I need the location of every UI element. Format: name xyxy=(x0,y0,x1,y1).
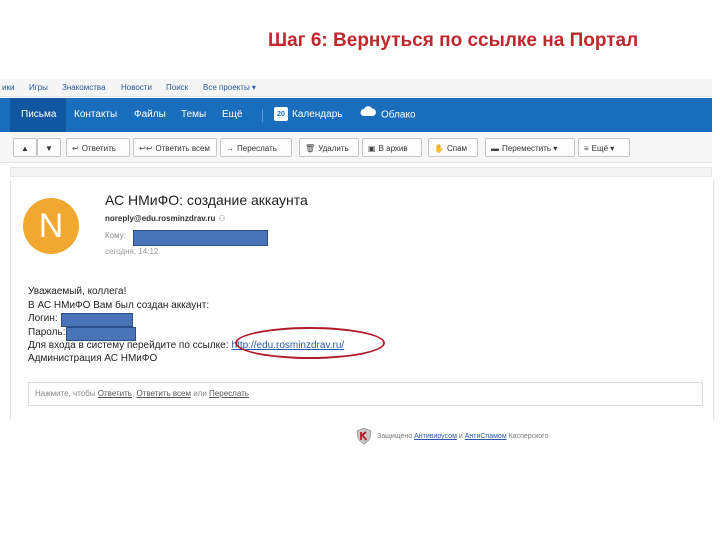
portal-nav-item[interactable]: ики xyxy=(2,83,14,92)
quick-reply-box[interactable]: Нажмите, чтобы Ответить, Ответить всем и… xyxy=(28,382,703,406)
forward-icon: → xyxy=(226,144,234,153)
menu-files[interactable]: Файлы xyxy=(134,98,166,132)
recipient-label: Кому: xyxy=(105,231,126,240)
reply-prompt: Нажмите, чтобы xyxy=(35,389,96,398)
reply-icon: ↩ xyxy=(72,144,79,153)
protection-and: и xyxy=(458,433,463,440)
portal-nav-all-projects[interactable]: Все проекты ▾ xyxy=(203,83,256,92)
reply-or: или xyxy=(193,389,207,398)
next-message-button[interactable]: ▼ xyxy=(37,138,61,157)
spam-button[interactable]: ✋ Спам xyxy=(428,138,478,157)
protection-vendor: Касперского xyxy=(508,433,549,440)
protection-prefix: Защищено xyxy=(377,433,413,440)
sender-email: noreply@edu.rosminzdrav.ru xyxy=(105,214,216,223)
sender-avatar: N xyxy=(23,198,79,254)
delete-label: Удалить xyxy=(318,144,349,153)
more-label: Ещё ▾ xyxy=(591,144,615,153)
delete-button[interactable]: 🗑 Удалить xyxy=(299,138,359,157)
link-highlight-oval xyxy=(235,327,385,359)
trash-icon: 🗑 xyxy=(305,144,316,153)
antivirus-link[interactable]: Антивирусом xyxy=(414,433,457,440)
message-header-strip xyxy=(10,167,712,177)
calendar-label: Календарь xyxy=(292,109,343,120)
account-created-line: В АС НМиФО Вам был создан аккаунт: xyxy=(28,300,210,311)
reply-all-button[interactable]: ↩↩ Ответить всем xyxy=(133,138,217,157)
sender-address[interactable]: noreply@edu.rosminzdrav.ru ⚇ xyxy=(105,214,226,223)
forward-button[interactable]: → Переслать xyxy=(220,138,292,157)
greeting: Уважаемый, коллега! xyxy=(28,286,127,297)
link-intro: Для входа в систему перейдите по ссылке: xyxy=(28,340,229,351)
mail-toolbar: ▲ ▼ ↩ Ответить ↩↩ Ответить всем → Переслать… xyxy=(0,132,712,163)
portal-nav-games[interactable]: Игры xyxy=(29,83,48,92)
kaspersky-shield-icon xyxy=(355,427,373,447)
menu-cloud[interactable]: Облако xyxy=(360,98,416,132)
reply-all-label: Ответить всем xyxy=(155,144,210,153)
forward-label: Переслать xyxy=(237,144,277,153)
menu-divider xyxy=(262,109,263,122)
cloud-label: Облако xyxy=(381,109,416,121)
signature: Администрация АС НМиФО xyxy=(28,353,158,364)
archive-label: В архив xyxy=(378,144,408,153)
prev-message-button[interactable]: ▲ xyxy=(13,138,37,157)
password-redacted xyxy=(66,327,136,341)
menu-topics[interactable]: Темы xyxy=(181,98,206,132)
calendar-icon: 20 xyxy=(274,107,288,122)
portal-nav-dating[interactable]: Знакомства xyxy=(62,83,106,92)
message-subject: АС НМиФО: создание аккаунта xyxy=(105,192,308,208)
reply-all-icon: ↩↩ xyxy=(139,144,153,153)
quick-forward-link[interactable]: Переслать xyxy=(209,389,249,398)
cloud-icon xyxy=(360,98,377,132)
slide-title: Шаг 6: Вернуться по ссылке на Портал xyxy=(268,30,639,51)
move-button[interactable]: ▬ Переместить ▾ xyxy=(485,138,575,157)
message-date: сегодня, 14:12 xyxy=(105,247,159,256)
thumbs-down-icon: ✋ xyxy=(434,144,444,153)
message-view: N АС НМиФО: создание аккаунта noreply@ed… xyxy=(10,180,714,420)
folder-icon: ▬ xyxy=(491,144,499,153)
portal-nav-search[interactable]: Поиск xyxy=(166,83,188,92)
recipient-redacted xyxy=(133,230,268,246)
reply-label: Ответить xyxy=(81,144,116,153)
menu-contacts[interactable]: Контакты xyxy=(74,98,117,132)
login-label: Логин: xyxy=(28,313,58,324)
spam-label: Спам xyxy=(446,144,468,153)
mail-screenshot: ики Игры Знакомства Новости Поиск Все пр… xyxy=(0,79,714,420)
quick-reply-all-link[interactable]: Ответить всем xyxy=(136,389,191,398)
portal-nav-news[interactable]: Новости xyxy=(121,83,152,92)
menu-calendar[interactable]: 20 Календарь xyxy=(274,98,342,132)
login-redacted xyxy=(61,313,133,327)
protection-text: Защищено Антивирусом и АнтиСпамом Каспер… xyxy=(377,433,548,440)
move-label: Переместить ▾ xyxy=(502,144,558,153)
menu-letters[interactable]: Письма xyxy=(10,98,66,132)
antispam-link[interactable]: АнтиСпамом xyxy=(465,433,507,440)
menu-more[interactable]: Ещё xyxy=(222,98,242,132)
reply-button[interactable]: ↩ Ответить xyxy=(66,138,130,157)
archive-button[interactable]: ▣ В архив xyxy=(362,138,422,157)
menu-lines-icon: ≡ xyxy=(584,144,589,153)
portal-nav: ики Игры Знакомства Новости Поиск Все пр… xyxy=(0,79,712,97)
archive-icon: ▣ xyxy=(368,144,376,153)
mail-menu: Письма Контакты Файлы Темы Ещё 20 Календа… xyxy=(0,98,712,132)
more-button[interactable]: ≡ Ещё ▾ xyxy=(578,138,630,157)
person-icon: ⚇ xyxy=(218,214,226,223)
password-label: Пароль: xyxy=(28,327,66,338)
quick-reply-link[interactable]: Ответить xyxy=(98,389,132,398)
